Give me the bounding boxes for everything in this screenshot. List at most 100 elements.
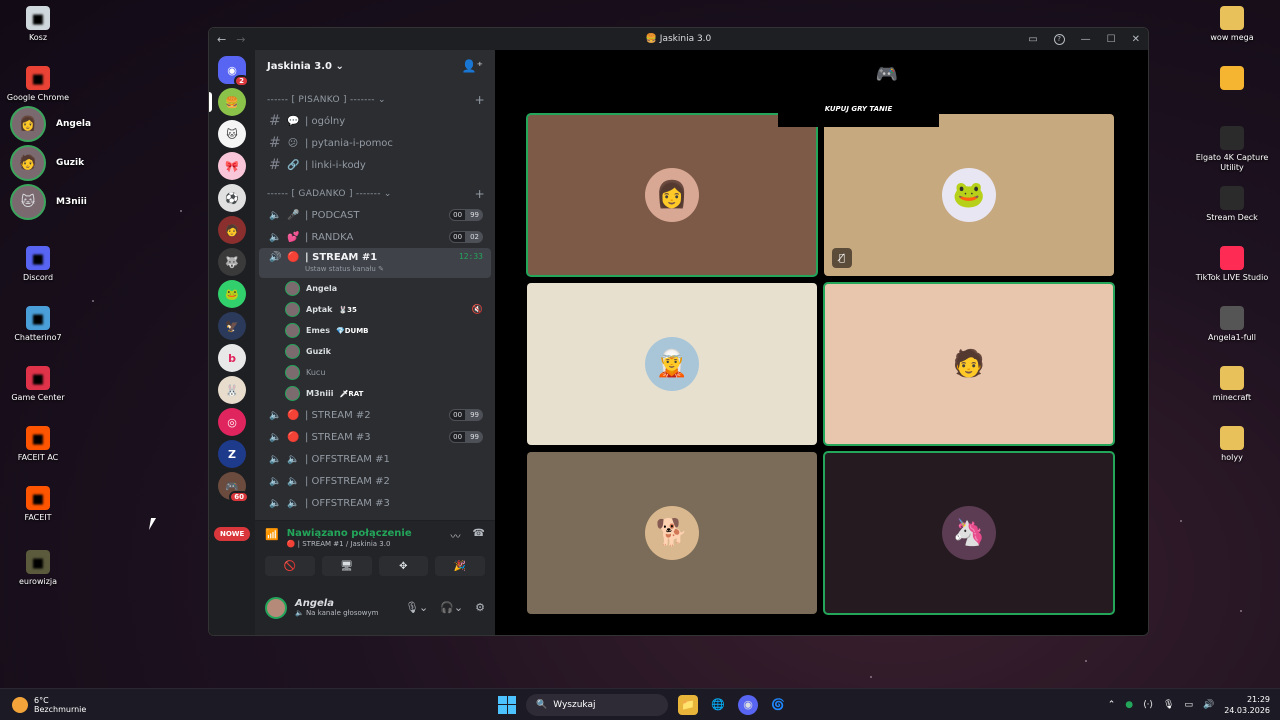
server-jaskinia[interactable]: 🍔 [209, 88, 246, 116]
voice-user[interactable]: M3niii 🗡RAT [255, 383, 495, 404]
desktop-icon-7[interactable]: ■ eurowizja [0, 550, 76, 587]
voice-channel[interactable]: 🔈 🔈 | OFFSTREAM #3 [259, 492, 491, 514]
text-channel[interactable]: # 😕 | pytania-i-pomoc [259, 132, 491, 154]
avatar[interactable] [265, 596, 287, 619]
disconnect-icon[interactable]: ☎ [473, 528, 485, 543]
server-7[interactable]: 🐸 [218, 280, 246, 308]
desktop-icon-3[interactable]: ■ Chatterino7 [0, 306, 76, 343]
server-10[interactable]: 🐰 [218, 376, 246, 404]
add-channel-icon[interactable]: + [475, 187, 485, 201]
video-tile[interactable]: 🧑 [823, 282, 1115, 446]
file-explorer-icon[interactable]: 📁 [678, 694, 698, 715]
desktop-icon-right-5[interactable]: Angela1-full [1194, 306, 1270, 343]
chrome-taskbar-icon[interactable]: 🌐 [708, 695, 728, 715]
server-6[interactable]: 🐺 [218, 248, 246, 276]
search-box[interactable]: 🔍 Wyszukaj [526, 693, 668, 716]
forward-arrow-icon[interactable]: → [236, 33, 245, 46]
voice-channel[interactable]: 🔈 🔴 | STREAM #3 00 99 [259, 426, 491, 448]
chatterino-taskbar-icon[interactable]: 🌀 [768, 695, 788, 715]
start-button[interactable] [498, 695, 516, 714]
volume-icon[interactable]: 🔊 [1203, 700, 1214, 710]
desktop-icon-right-6[interactable]: minecraft [1194, 366, 1270, 403]
soundboard-icon[interactable]: 🎉 [435, 556, 485, 576]
desktop-icon-4[interactable]: ■ Game Center [0, 366, 76, 403]
activities-icon[interactable]: ✥ [378, 556, 429, 576]
microphone-icon[interactable]: 🎙⌄ [405, 601, 428, 614]
video-tile[interactable]: 🐕 [527, 452, 817, 614]
pinned-contact[interactable]: 👩 Angela [10, 106, 91, 142]
server-13[interactable]: 🎮 60 [218, 472, 249, 503]
server-5[interactable]: 🧑 [218, 216, 246, 244]
set-channel-status[interactable]: Ustaw status kanału ✎ [305, 265, 384, 273]
desktop-icon-right-1[interactable] [1194, 66, 1270, 93]
desktop-icon-label: FACEIT [24, 513, 52, 522]
guild-header[interactable]: Jaskinia 3.0 ⌄ 👤⁺ [255, 50, 495, 82]
video-tile[interactable]: 🦄 [823, 451, 1115, 615]
voice-channel[interactable]: 🔈 🔈 | OFFSTREAM #2 [259, 470, 491, 492]
new-badge[interactable]: NOWE [214, 527, 251, 541]
home-discord-icon[interactable]: ◉ 2 [218, 56, 249, 87]
server-4[interactable]: ⚽ [218, 184, 246, 212]
voice-user[interactable]: Kucu [255, 362, 495, 383]
desktop-icon-right-0[interactable]: wow mega [1194, 6, 1270, 43]
video-tile[interactable]: 🐸 🎙̸ [824, 114, 1114, 276]
noise-suppression-icon[interactable]: 〰 [451, 528, 461, 543]
video-tile[interactable]: 👩 [526, 113, 818, 277]
microphone-tray-icon[interactable]: 🎙 [1163, 700, 1174, 710]
status-dot-icon[interactable]: ● [1125, 700, 1133, 710]
maximize-button[interactable]: ☐ [1107, 34, 1116, 45]
settings-gear-icon[interactable]: ⚙ [475, 601, 485, 614]
pinned-contact[interactable]: 🧑 Guzik [10, 145, 84, 181]
voice-user[interactable]: Angela [255, 278, 495, 299]
text-channel[interactable]: # 💬 | ogólny [259, 110, 491, 132]
back-arrow-icon[interactable]: ← [217, 33, 226, 46]
voice-channel-stream-1[interactable]: 🔊 🔴 | STREAM #1 Ustaw status kanału ✎ 12… [259, 248, 491, 278]
voice-user[interactable]: Aptak 🐰35 🔇 [255, 299, 495, 320]
camera-off-icon[interactable]: 🚫 [265, 556, 315, 576]
signal-icon[interactable]: 📶 [265, 528, 279, 541]
voice-channel[interactable]: 🔈 💕 | RANDKA 00 02 [259, 226, 491, 248]
add-channel-icon[interactable]: + [475, 93, 485, 107]
desktop-icon-6[interactable]: ■ FACEIT [0, 486, 76, 523]
voice-user[interactable]: Guzik [255, 341, 495, 362]
desktop-icon-right-7[interactable]: holyy [1194, 426, 1270, 463]
desktop-icon-0[interactable]: ■ Kosz [0, 6, 76, 43]
voice-user[interactable]: Emes 💎DUMB [255, 320, 495, 341]
voice-channel[interactable]: 🔈 🔈 | OFFSTREAM #1 [259, 448, 491, 470]
server-3[interactable]: 🎀 [218, 152, 246, 180]
desktop-icon-right-2[interactable]: Elgato 4K Capture Utility [1194, 126, 1270, 173]
voice-channel[interactable]: 🔈 🎤 | PODCAST 00 99 [259, 204, 491, 226]
minimize-button[interactable]: — [1081, 34, 1091, 45]
invite-people-icon[interactable]: 👤⁺ [462, 59, 483, 73]
monitor-icon[interactable]: ▭ [1184, 700, 1193, 710]
text-channel[interactable]: # 🔗 | linki-i-kody [259, 154, 491, 176]
clock[interactable]: 21:29 24.03.2026 [1224, 694, 1270, 716]
help-icon[interactable]: ? [1053, 33, 1065, 45]
close-button[interactable]: ✕ [1132, 34, 1140, 45]
desktop-icon-5[interactable]: ■ FACEIT AC [0, 426, 76, 463]
voice-channel[interactable]: 🔈 🔴 | STREAM #2 00 99 [259, 404, 491, 426]
inbox-icon[interactable]: ▭ [1028, 34, 1037, 45]
video-tile[interactable]: 🧝 [527, 283, 817, 445]
server-2[interactable]: 🐱 [218, 120, 246, 148]
username[interactable]: Angela [295, 598, 378, 609]
connection-status[interactable]: Nawiązano połączenie [287, 528, 412, 539]
category-gadanko[interactable]: ------ [ GADANKO ] ------- ⌄ + [255, 184, 495, 204]
pinned-contact[interactable]: 🐱 M3niii [10, 184, 87, 220]
desktop-icon-right-3[interactable]: Stream Deck [1194, 186, 1270, 223]
desktop-icon-right-4[interactable]: TikTok LIVE Studio [1194, 246, 1270, 283]
weather-widget[interactable]: 6°C Bezchmurnie [0, 696, 86, 714]
server-11[interactable]: ◎ [218, 408, 246, 436]
server-8[interactable]: 🦅 [218, 312, 246, 340]
desktop-icon-2[interactable]: ■ Discord [0, 246, 76, 283]
server-12[interactable]: Z [218, 440, 246, 468]
server-9[interactable]: b [218, 344, 246, 372]
network-tray-icon[interactable]: ⟨·⟩ [1143, 700, 1153, 710]
screen-share-icon[interactable]: 🖥 [321, 556, 372, 576]
category-pisanko[interactable]: ------ [ PISANKO ] ------- ⌄ + [255, 90, 495, 110]
chevron-up-icon[interactable]: ⌃ [1108, 700, 1116, 710]
desktop-icon-1[interactable]: ■ Google Chrome [0, 66, 76, 103]
connection-location[interactable]: 🔴 | STREAM #1 / Jaskinia 3.0 [287, 540, 412, 548]
headphones-icon[interactable]: 🎧⌄ [440, 601, 463, 614]
discord-taskbar-icon[interactable]: ◉ [738, 694, 758, 715]
